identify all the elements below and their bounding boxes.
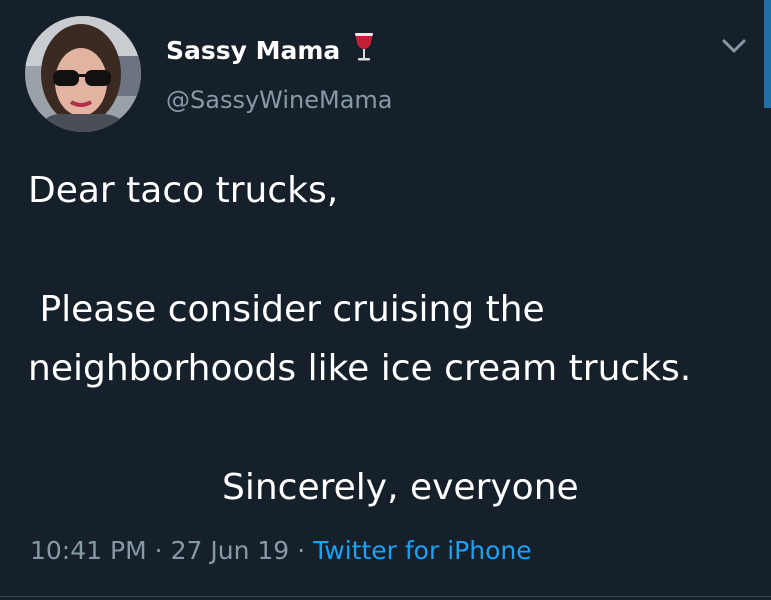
tweet-meta: 10:41 PM · 27 Jun 19 · Twitter for iPhone <box>30 536 532 565</box>
tweet-line-4: Sincerely, everyone <box>222 467 579 508</box>
tweet-source-link[interactable]: Twitter for iPhone <box>313 536 531 565</box>
meta-separator: · <box>154 536 163 565</box>
tweet-line-3: neighborhoods like ice cream trucks. <box>28 348 692 389</box>
tweet-line-2: Please consider cruising the <box>28 289 545 330</box>
tweet-text: Dear taco trucks, Please consider cruisi… <box>0 0 771 600</box>
tweet-line-1: Dear taco trucks, <box>28 170 339 211</box>
divider <box>0 596 771 597</box>
tweet-time[interactable]: 10:41 PM <box>30 536 147 565</box>
tweet-date[interactable]: 27 Jun 19 <box>171 536 290 565</box>
meta-separator-2: · <box>297 536 306 565</box>
